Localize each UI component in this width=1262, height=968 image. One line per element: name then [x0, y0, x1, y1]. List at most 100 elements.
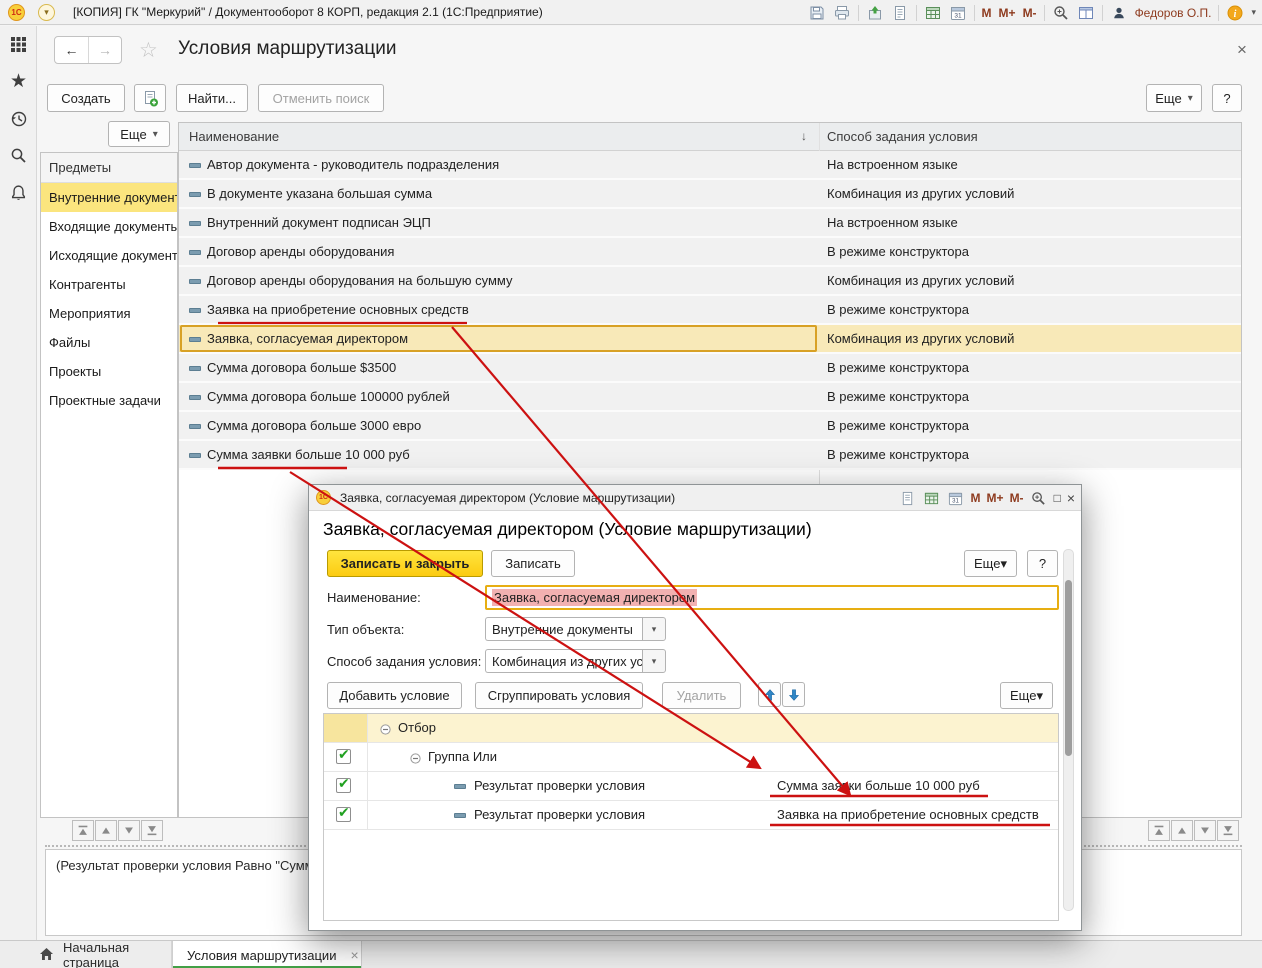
zoom-icon[interactable]	[1030, 489, 1048, 507]
close-tab-icon[interactable]: ×	[350, 947, 358, 963]
condition-checkbox[interactable]: ✔	[336, 775, 351, 793]
condition-method-select[interactable]: Комбинация из других условий ▾	[485, 649, 666, 673]
table-row[interactable]: Сумма заявки больше 10 000 руб В режиме к…	[179, 441, 1241, 470]
tree-condition-row[interactable]: ✔ Результат проверки условия Сумма заявк…	[324, 772, 1058, 801]
sidebar-item-internal-documents[interactable]: Внутренние документы	[41, 183, 177, 212]
name-input[interactable]: Заявка, согласуемая директором	[485, 585, 1059, 610]
sort-descending-icon: ↓	[801, 129, 807, 143]
current-user[interactable]: Федоров О.П.	[1135, 6, 1212, 20]
go-last-button[interactable]	[141, 820, 163, 841]
table-row[interactable]: Договор аренды оборудования на большую с…	[179, 267, 1241, 296]
column-header-method[interactable]: Способ задания условия	[827, 129, 978, 144]
table-header[interactable]: Наименование ↓ Способ задания условия	[179, 123, 1241, 151]
notifications-bell-icon[interactable]	[0, 174, 37, 211]
calendar-icon[interactable]: 31	[947, 489, 965, 507]
tree-group-row[interactable]: ✔ Группа Или	[324, 743, 1058, 772]
add-favorite-star-icon[interactable]: ☆	[139, 38, 158, 63]
calculator-icon[interactable]	[923, 489, 941, 507]
table-row-selected[interactable]: Заявка, согласуемая директором Комбинация…	[179, 325, 1241, 354]
go-last-button[interactable]	[1217, 820, 1239, 841]
add-condition-button[interactable]: Добавить условие	[327, 682, 462, 709]
history-icon[interactable]	[0, 100, 37, 137]
create-button[interactable]: Создать	[47, 84, 125, 112]
table-row[interactable]: Внутренний документ подписан ЭЦП На встро…	[179, 209, 1241, 238]
sidebar-item-projects[interactable]: Проекты	[41, 357, 177, 386]
table-row[interactable]: Сумма договора больше 3000 евро В режиме …	[179, 412, 1241, 441]
column-header-name[interactable]: Наименование	[189, 129, 279, 144]
tab-routing-conditions[interactable]: Условия маршрутизации ×	[172, 941, 362, 968]
dialog-more-button[interactable]: Еще ▾	[964, 550, 1017, 577]
tree-condition-row[interactable]: ✔ Результат проверки условия Заявка на п…	[324, 801, 1058, 830]
go-next-button[interactable]	[118, 820, 140, 841]
info-icon[interactable]: i	[1226, 4, 1244, 22]
sidebar-item-events[interactable]: Мероприятия	[41, 299, 177, 328]
print-preview-icon[interactable]	[891, 4, 909, 22]
save-button[interactable]: Записать	[491, 550, 575, 577]
tab-home[interactable]: Начальная страница	[0, 940, 172, 968]
table-row[interactable]: Заявка на приобретение основных средств В…	[179, 296, 1241, 325]
sidebar-item-counterparties[interactable]: Контрагенты	[41, 270, 177, 299]
memory-m-button[interactable]: M	[982, 6, 992, 20]
table-row[interactable]: Договор аренды оборудования В режиме конс…	[179, 238, 1241, 267]
help-button[interactable]: ?	[1212, 84, 1242, 112]
item-icon	[189, 424, 201, 429]
back-button[interactable]: ←	[55, 37, 88, 63]
table-row[interactable]: Сумма договора больше $3500 В режиме конс…	[179, 354, 1241, 383]
go-first-button[interactable]	[1148, 820, 1170, 841]
favorites-star-icon[interactable]: ★	[0, 63, 37, 100]
memory-m-minus-button[interactable]: M-	[1023, 6, 1037, 20]
print-icon[interactable]	[833, 4, 851, 22]
object-type-select[interactable]: Внутренние документы ▾	[485, 617, 666, 641]
dialog-help-button[interactable]: ?	[1027, 550, 1058, 577]
move-down-button[interactable]	[782, 682, 805, 707]
more-button[interactable]: Еще ▾	[1146, 84, 1202, 112]
scrollbar-thumb[interactable]	[1065, 580, 1072, 756]
memory-m-plus-button[interactable]: M+	[987, 491, 1004, 505]
close-dialog-icon[interactable]: ×	[1067, 490, 1075, 506]
close-page-icon[interactable]: ×	[1237, 40, 1247, 60]
sidebar-item-incoming-documents[interactable]: Входящие документы	[41, 212, 177, 241]
maximize-icon[interactable]: □	[1054, 491, 1061, 505]
chevron-down-icon[interactable]: ▾	[642, 617, 666, 641]
table-row[interactable]: Сумма договора больше 100000 рублей В реж…	[179, 383, 1241, 412]
go-next-button[interactable]	[1194, 820, 1216, 841]
search-icon[interactable]	[0, 137, 37, 174]
dialog-scrollbar[interactable]	[1063, 549, 1074, 911]
group-conditions-button[interactable]: Сгруппировать условия	[475, 682, 643, 709]
memory-m-minus-button[interactable]: M-	[1010, 491, 1024, 505]
condition-checkbox[interactable]: ✔	[336, 746, 351, 764]
tree-root-row[interactable]: Отбор	[324, 714, 1058, 743]
forward-button[interactable]: →	[88, 37, 121, 63]
sidebar-item-files[interactable]: Файлы	[41, 328, 177, 357]
create-copy-button[interactable]	[134, 84, 166, 112]
dialog-titlebar[interactable]: 1С Заявка, согласуемая директором (Услов…	[309, 485, 1081, 511]
find-button[interactable]: Найти...	[176, 84, 248, 112]
upload-document-icon[interactable]	[866, 4, 884, 22]
go-prev-button[interactable]	[95, 820, 117, 841]
go-prev-button[interactable]	[1171, 820, 1193, 841]
split-columns-icon[interactable]	[1077, 4, 1095, 22]
sidebar-item-outgoing-documents[interactable]: Исходящие документы	[41, 241, 177, 270]
condition-checkbox[interactable]: ✔	[336, 804, 351, 822]
sidebar-item-project-tasks[interactable]: Проектные задачи	[41, 386, 177, 415]
calculator-icon[interactable]	[924, 4, 942, 22]
conditions-more-button[interactable]: Еще ▾	[1000, 682, 1053, 709]
chevron-down-icon[interactable]: ▾	[1251, 7, 1256, 18]
chevron-down-icon[interactable]: ▾	[642, 649, 666, 673]
table-row[interactable]: В документе указана большая сумма Комбина…	[179, 180, 1241, 209]
sidebar-more-button[interactable]: Еще ▾	[108, 121, 170, 147]
table-row[interactable]: Автор документа - руководитель подраздел…	[179, 151, 1241, 180]
move-up-button[interactable]	[758, 682, 781, 707]
memory-m-plus-button[interactable]: M+	[999, 6, 1016, 20]
print-preview-icon[interactable]	[899, 489, 917, 507]
collapse-icon[interactable]	[380, 723, 391, 738]
collapse-icon[interactable]	[410, 752, 421, 767]
calendar-icon[interactable]: 31	[949, 4, 967, 22]
save-and-close-button[interactable]: Записать и закрыть	[327, 550, 483, 577]
go-first-button[interactable]	[72, 820, 94, 841]
sections-grid-icon[interactable]	[0, 26, 37, 63]
memory-m-button[interactable]: M	[971, 491, 981, 505]
zoom-icon[interactable]	[1052, 4, 1070, 22]
save-icon[interactable]	[808, 4, 826, 22]
main-menu-button[interactable]: ▾	[38, 3, 55, 21]
